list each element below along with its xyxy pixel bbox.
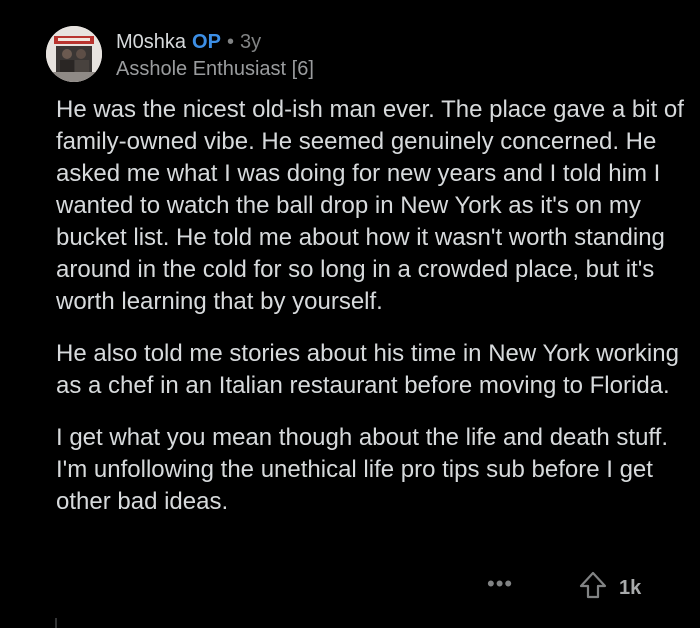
username-link[interactable]: M0shka [116,31,186,53]
avatar-photo-icon [46,26,102,82]
comment: M0shka OP • 3y Asshole Enthusiast [6] He wa… [0,0,700,628]
user-flair: Asshole Enthusiast [6] [116,58,314,80]
more-options-button[interactable]: ••• [487,572,513,596]
comment-paragraph: He also told me stories about his time i… [56,340,679,399]
comment-paragraph: I get what you mean though about the lif… [56,424,668,515]
thread-line[interactable] [55,618,57,628]
comment-header: M0shka OP • 3y [116,30,261,54]
upvote-button[interactable] [578,570,608,600]
upvote-arrow-icon [579,571,607,599]
vote-score: 1k [619,577,642,599]
separator-dot: • [226,31,234,53]
op-badge: OP [192,31,221,53]
user-avatar[interactable] [46,26,102,82]
comment-body: He was the nicest old-ish man ever. The … [56,94,686,518]
comment-paragraph: He was the nicest old-ish man ever. The … [56,96,684,315]
comment-age: 3y [239,31,262,53]
